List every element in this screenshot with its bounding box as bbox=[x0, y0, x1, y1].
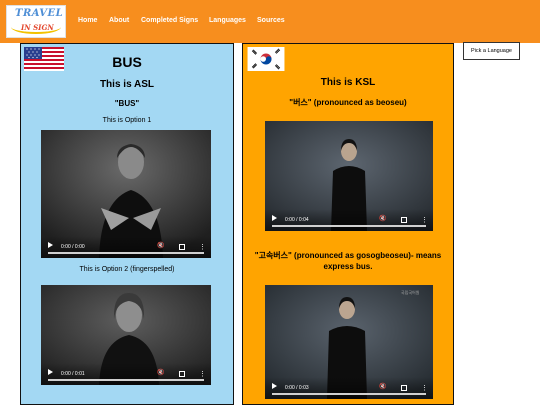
play-icon[interactable] bbox=[48, 369, 53, 375]
ksl-word1: "버스" (pronounced as beoseu) bbox=[289, 98, 407, 107]
site-logo[interactable]: TRAVEL IN SIGN bbox=[6, 5, 66, 38]
volume-icon[interactable]: 🔇 bbox=[157, 369, 164, 376]
navbar: TRAVEL IN SIGN Home About Completed Sign… bbox=[0, 0, 540, 43]
ksl-video-2[interactable]: 국립국어원 0:00 / 0:03 🔇 ⋮ bbox=[265, 285, 433, 399]
play-icon[interactable] bbox=[272, 383, 277, 389]
progress-bar[interactable] bbox=[48, 252, 204, 254]
video-watermark: 국립국어원 bbox=[401, 290, 420, 295]
nav-sources[interactable]: Sources bbox=[257, 17, 285, 24]
korea-flag-icon bbox=[247, 47, 285, 71]
video-time: 0:00 / 0:04 bbox=[285, 217, 309, 223]
nav-completed-signs[interactable]: Completed Signs bbox=[141, 17, 198, 24]
pick-language-button[interactable]: Pick a Language bbox=[463, 42, 520, 60]
asl-option1-label: This is Option 1 bbox=[102, 117, 152, 124]
fullscreen-icon[interactable] bbox=[179, 244, 185, 250]
progress-bar[interactable] bbox=[272, 225, 426, 227]
more-options-icon[interactable]: ⋮ bbox=[199, 370, 206, 378]
asl-video-option1[interactable]: 0:00 / 0:00 🔇 ⋮ bbox=[41, 130, 211, 258]
asl-option2-label: This is Option 2 (fingerspelled) bbox=[79, 266, 175, 273]
asl-heading: This is ASL bbox=[99, 79, 155, 90]
ksl-heading: This is KSL bbox=[320, 77, 376, 88]
volume-icon[interactable]: 🔇 bbox=[379, 215, 386, 222]
more-options-icon[interactable]: ⋮ bbox=[421, 384, 428, 392]
asl-video-option2[interactable]: 0:00 / 0:01 🔇 ⋮ bbox=[41, 285, 211, 385]
asl-word-title: BUS bbox=[112, 54, 142, 70]
play-icon[interactable] bbox=[48, 242, 53, 248]
ksl-panel: This is KSL "버스" (pronounced as beoseu) … bbox=[242, 43, 454, 405]
nav-home[interactable]: Home bbox=[78, 17, 97, 24]
asl-sign-word: "BUS" bbox=[114, 99, 140, 108]
more-options-icon[interactable]: ⋮ bbox=[199, 243, 206, 251]
nav-languages[interactable]: Languages bbox=[209, 17, 246, 24]
more-options-icon[interactable]: ⋮ bbox=[421, 216, 428, 224]
nav-about[interactable]: About bbox=[109, 17, 129, 24]
ksl-video-1[interactable]: 0:00 / 0:04 🔇 ⋮ bbox=[265, 121, 433, 231]
logo-line2: IN SIGN bbox=[21, 23, 54, 32]
logo-line1: TRAVEL bbox=[15, 8, 64, 19]
fullscreen-icon[interactable] bbox=[401, 217, 407, 223]
play-icon[interactable] bbox=[272, 215, 277, 221]
ksl-word2: "고속버스" (pronounced as gosogbeoseu)- mean… bbox=[254, 251, 442, 271]
video-time: 0:00 / 0:00 bbox=[61, 244, 85, 250]
video-time: 0:00 / 0:01 bbox=[61, 371, 85, 377]
volume-icon[interactable]: 🔇 bbox=[157, 242, 164, 249]
fullscreen-icon[interactable] bbox=[179, 371, 185, 377]
volume-icon[interactable]: 🔇 bbox=[379, 383, 386, 390]
asl-panel: BUS This is ASL "BUS" This is Option 1 0… bbox=[20, 43, 234, 405]
fullscreen-icon[interactable] bbox=[401, 385, 407, 391]
progress-bar[interactable] bbox=[272, 393, 426, 395]
progress-bar[interactable] bbox=[48, 379, 204, 381]
video-time: 0:00 / 0:03 bbox=[285, 385, 309, 391]
